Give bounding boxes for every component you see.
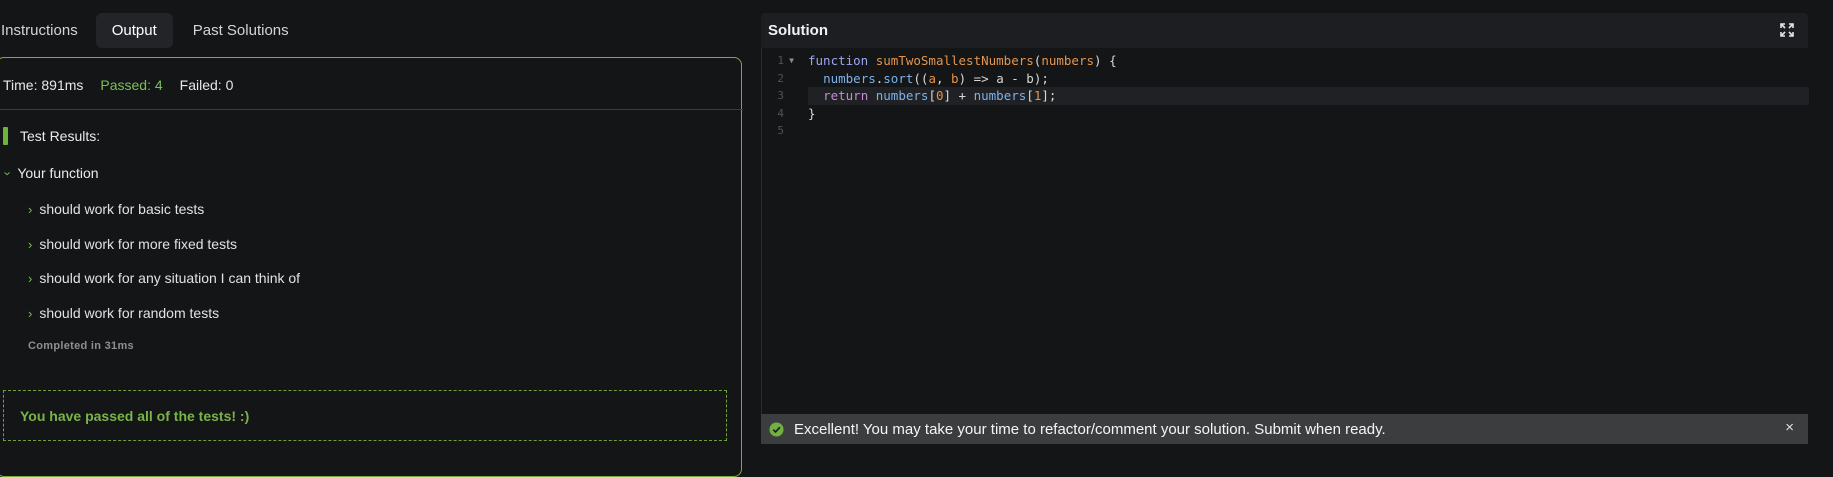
stats-divider (0, 109, 743, 110)
test-label: should work for more fixed tests (39, 236, 237, 252)
line-number: 3 (777, 89, 784, 102)
fold-arrow-icon[interactable]: ▼ (789, 52, 794, 70)
tab-past-solutions[interactable]: Past Solutions (177, 13, 305, 48)
tab-output[interactable]: Output (95, 13, 173, 48)
line-number: 1 ▼ (762, 52, 794, 70)
status-message: Excellent! You may take your time to ref… (794, 420, 1386, 438)
test-item[interactable]: › should work for basic tests (28, 201, 204, 217)
solution-header: Solution (761, 13, 1808, 48)
test-label: should work for random tests (39, 305, 220, 321)
chevron-right-icon: › (28, 270, 33, 286)
test-results-title: Test Results: (20, 127, 101, 144)
test-item[interactable]: › should work for random tests (28, 305, 219, 321)
test-label: should work for basic tests (39, 201, 205, 217)
results-accent-bar (3, 126, 8, 145)
pass-message: You have passed all of the tests! :) (20, 407, 250, 424)
test-item[interactable]: › should work for more fixed tests (28, 236, 237, 252)
expand-icon[interactable] (1780, 23, 1794, 37)
check-circle-icon (769, 421, 784, 437)
status-bar: Excellent! You may take your time to ref… (761, 414, 1808, 444)
test-label: should work for any situation I can thin… (39, 270, 301, 286)
chevron-right-icon: › (28, 236, 33, 252)
line-number: 4 (777, 106, 784, 120)
chevron-right-icon: › (28, 305, 33, 321)
code-line[interactable] (808, 122, 1809, 140)
test-item[interactable]: › should work for any situation I can th… (28, 270, 300, 286)
completed-time: Completed in 31ms (28, 340, 134, 352)
code-line[interactable]: numbers.sort((a, b) => a - b); (808, 70, 1809, 88)
output-tabs: Instructions Output Past Solutions (0, 13, 305, 48)
chevron-down-icon: › (0, 170, 16, 176)
chevron-right-icon: › (28, 201, 33, 217)
code-line-active[interactable]: return numbers[0] + numbers[1]; (808, 87, 1809, 105)
pass-message-box: You have passed all of the tests! :) (3, 390, 727, 441)
time-stat: Time: 891ms (3, 77, 84, 93)
describe-label: Your function (17, 165, 99, 181)
close-icon[interactable]: × (1785, 419, 1794, 436)
line-number-gutter: 1 ▼ 2 3 4 5 (762, 52, 794, 140)
line-number: 5 (777, 124, 784, 137)
code-line[interactable]: function sumTwoSmallestNumbers(numbers) … (808, 52, 1809, 70)
solution-title: Solution (768, 22, 828, 39)
failed-stat: Failed: 0 (179, 77, 234, 93)
code-editor[interactable]: 1 ▼ 2 3 4 5 function sumTwoSmallestNumber… (761, 48, 1809, 414)
tab-instructions[interactable]: Instructions (0, 13, 96, 48)
code-line[interactable]: } (808, 105, 1809, 123)
passed-stat: Passed: 4 (100, 77, 163, 93)
test-stats: Time: 891ms Passed: 4 Failed: 0 (3, 77, 233, 93)
describe-your-function[interactable]: › Your function (1, 165, 99, 181)
test-results-header: Test Results: (3, 126, 100, 145)
code-lines[interactable]: function sumTwoSmallestNumbers(numbers) … (808, 52, 1809, 140)
line-number: 2 (777, 71, 784, 85)
